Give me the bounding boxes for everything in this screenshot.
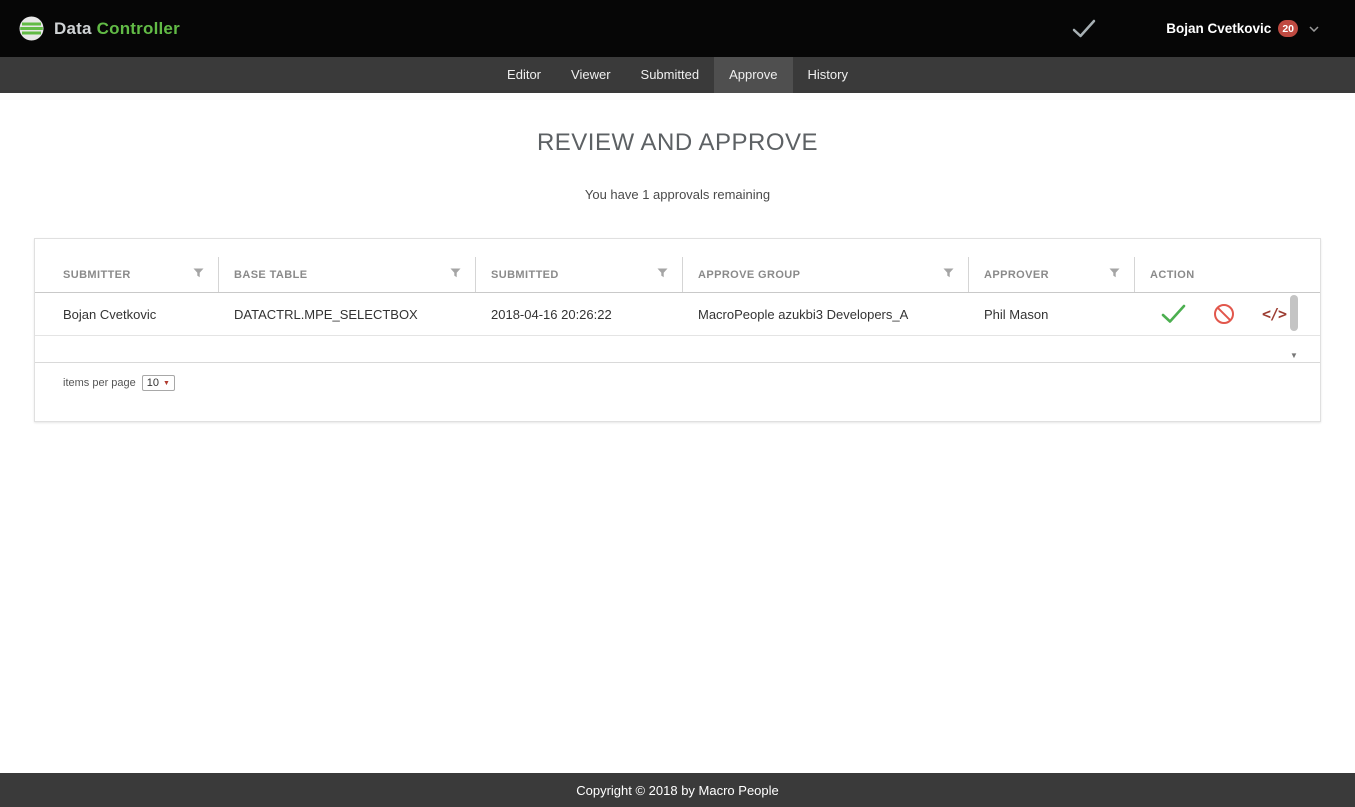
- footer: Copyright © 2018 by Macro People: [0, 773, 1355, 807]
- tab-editor[interactable]: Editor: [492, 57, 556, 93]
- items-per-page-value: 10: [147, 377, 159, 389]
- column-header-action: ACTION: [1135, 257, 1320, 292]
- column-header-base-table: BASE TABLE: [219, 257, 476, 292]
- user-name: Bojan Cvetkovic: [1166, 21, 1271, 36]
- user-menu[interactable]: Bojan Cvetkovic 20: [1166, 20, 1319, 37]
- tab-approve[interactable]: Approve: [714, 57, 792, 93]
- column-label: BASE TABLE: [234, 269, 307, 281]
- column-label: APPROVE GROUP: [698, 269, 800, 281]
- approvals-remaining-text: You have 1 approvals remaining: [0, 187, 1355, 202]
- filter-funnel-icon[interactable]: [450, 268, 461, 281]
- approve-button[interactable]: [1161, 304, 1186, 324]
- main-nav: Editor Viewer Submitted Approve History: [0, 57, 1355, 93]
- tab-history[interactable]: History: [793, 57, 863, 93]
- cell-submitter: Bojan Cvetkovic: [63, 307, 219, 322]
- ban-icon: [1213, 303, 1235, 325]
- cell-approve-group: MacroPeople azukbi3 Developers_A: [683, 307, 969, 322]
- notification-badge: 20: [1278, 20, 1298, 37]
- cell-base-table: DATACTRL.MPE_SELECTBOX: [219, 307, 476, 322]
- filter-funnel-icon[interactable]: [943, 268, 954, 281]
- filter-funnel-icon[interactable]: [193, 268, 204, 281]
- column-header-submitted: SUBMITTED: [476, 257, 683, 292]
- view-code-button[interactable]: </>: [1262, 305, 1286, 323]
- chevron-down-icon: [1309, 26, 1319, 32]
- column-label: SUBMITTER: [63, 269, 131, 281]
- table-scrollbar: ▼: [1290, 295, 1298, 360]
- copyright-text: Copyright © 2018 by Macro People: [576, 783, 779, 798]
- tab-viewer[interactable]: Viewer: [556, 57, 626, 93]
- check-icon: [1161, 304, 1186, 324]
- scrollbar-thumb[interactable]: [1290, 295, 1298, 331]
- brand-word-data: Data: [54, 19, 92, 38]
- app-logo[interactable]: Data Controller: [18, 15, 180, 42]
- main-content: REVIEW AND APPROVE You have 1 approvals …: [0, 93, 1355, 773]
- brand-name: Data Controller: [54, 19, 180, 39]
- table-row: Bojan Cvetkovic DATACTRL.MPE_SELECTBOX 2…: [35, 293, 1320, 336]
- approvals-table-card: SUBMITTER BASE TABLE SUBMITTED APPROVE G…: [34, 238, 1321, 422]
- items-per-page-label: items per page: [63, 377, 136, 389]
- tab-submitted[interactable]: Submitted: [626, 57, 715, 93]
- column-header-submitter: SUBMITTER: [63, 257, 219, 292]
- status-check-icon: [1072, 19, 1096, 39]
- cell-approver: Phil Mason: [969, 307, 1135, 322]
- page-title: REVIEW AND APPROVE: [0, 129, 1355, 157]
- column-label: APPROVER: [984, 269, 1049, 281]
- select-caret-down-icon: ▼: [163, 380, 170, 387]
- scrollbar-down-arrow-icon[interactable]: ▼: [1289, 352, 1299, 360]
- table-header-row: SUBMITTER BASE TABLE SUBMITTED APPROVE G…: [35, 257, 1320, 293]
- pagination-bar: items per page 10 ▼: [63, 375, 1320, 391]
- app-header: Data Controller Bojan Cvetkovic 20: [0, 0, 1355, 57]
- brand-word-controller: Controller: [97, 19, 180, 38]
- reject-button[interactable]: [1213, 303, 1235, 325]
- column-header-approver: APPROVER: [969, 257, 1135, 292]
- table-body: Bojan Cvetkovic DATACTRL.MPE_SELECTBOX 2…: [35, 293, 1320, 363]
- data-controller-logo-icon: [18, 15, 45, 42]
- column-label: SUBMITTED: [491, 269, 559, 281]
- items-per-page-select[interactable]: 10 ▼: [142, 375, 175, 391]
- column-header-approve-group: APPROVE GROUP: [683, 257, 969, 292]
- filter-funnel-icon[interactable]: [657, 268, 668, 281]
- filter-funnel-icon[interactable]: [1109, 268, 1120, 281]
- cell-submitted: 2018-04-16 20:26:22: [476, 307, 683, 322]
- column-label: ACTION: [1150, 269, 1195, 281]
